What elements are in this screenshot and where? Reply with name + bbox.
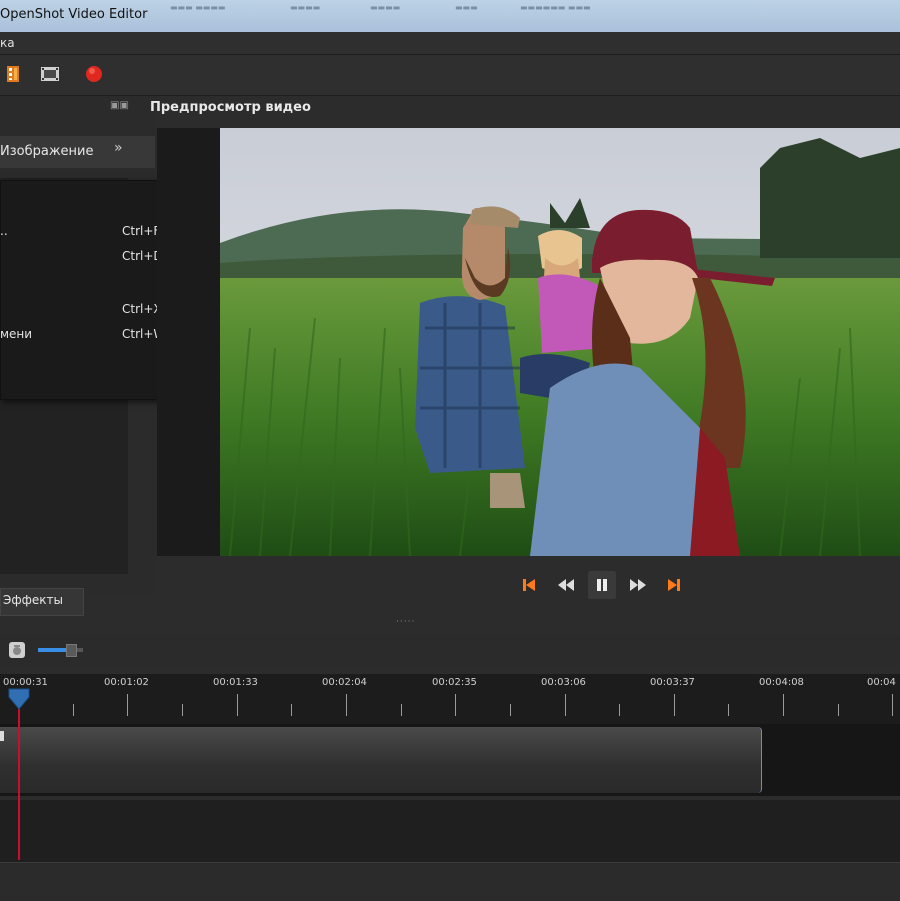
ruler-tick [73, 704, 74, 716]
ruler-tick [728, 704, 729, 716]
window-title: OpenShot Video Editor [0, 7, 148, 22]
context-menu-item-label[interactable]: .. [0, 224, 8, 238]
jump-start-icon[interactable] [515, 571, 543, 599]
ruler-label: 00:02:35 [432, 677, 477, 688]
more-tabs-icon[interactable]: » [114, 140, 123, 156]
timeline-toolbar [0, 634, 900, 668]
context-menu-item-label[interactable]: мени [0, 327, 32, 341]
ruler-label: 00:01:02 [104, 677, 149, 688]
track-2 [0, 800, 900, 862]
video-frame [220, 128, 900, 556]
ruler-tick [401, 704, 402, 716]
tab-image[interactable]: Изображение [0, 144, 93, 159]
rewind-icon[interactable] [552, 571, 580, 599]
background-text: ▬▬▬ [455, 3, 478, 12]
menu-bar [0, 32, 900, 55]
ruler-tick [619, 704, 620, 716]
ruler-label: 00:03:06 [541, 677, 586, 688]
ruler-tick [510, 704, 511, 716]
film-strip-icon[interactable] [6, 65, 20, 83]
context-menu [0, 180, 182, 400]
timeline-clip[interactable] [0, 727, 762, 793]
ruler-label: 00:04:08 [759, 677, 804, 688]
jump-end-icon[interactable] [660, 571, 688, 599]
ruler-label: 00:02:04 [322, 677, 367, 688]
splitter-handle[interactable]: ····· [396, 617, 415, 627]
status-bar [0, 862, 900, 901]
background-text: ▬▬▬▬ [290, 3, 321, 12]
ruler-label: 00:04 [867, 677, 896, 688]
tab-effects-label: Эффекты [3, 593, 63, 607]
playhead-line[interactable] [18, 708, 20, 860]
preview-title: Предпросмотр видео [150, 100, 311, 115]
background-text: ▬▬▬ ▬▬▬▬ [170, 3, 226, 12]
background-text: ▬▬▬▬▬▬ ▬▬▬ [520, 3, 591, 12]
background-text: ▬▬▬▬ [370, 3, 401, 12]
ruler-tick [455, 694, 456, 716]
ruler-tick [565, 694, 566, 716]
clip-marker [0, 731, 4, 741]
ruler-tick [838, 704, 839, 716]
export-film-icon[interactable] [40, 66, 60, 82]
ruler-tick [291, 704, 292, 716]
playhead-handle[interactable] [7, 687, 31, 711]
main-toolbar [0, 55, 900, 96]
context-menu-shortcut: Ctrl+F [122, 224, 161, 238]
ruler-tick [182, 704, 183, 716]
snapshot-icon[interactable] [9, 642, 25, 658]
zoom-slider-handle[interactable] [65, 644, 77, 657]
pause-icon[interactable] [588, 571, 616, 599]
panel-float-icon[interactable]: ▣▣ [110, 100, 129, 111]
fast-forward-icon[interactable] [624, 571, 652, 599]
ruler-tick [674, 694, 675, 716]
ruler-tick [237, 694, 238, 716]
ruler-tick [127, 694, 128, 716]
context-menu-shortcut: Ctrl+X [122, 302, 162, 316]
record-icon[interactable] [85, 65, 103, 83]
ruler-tick [783, 694, 784, 716]
ruler-tick [892, 694, 893, 716]
ruler-label: 00:01:33 [213, 677, 258, 688]
ruler-label: 00:03:37 [650, 677, 695, 688]
ruler-tick [346, 694, 347, 716]
menu-item[interactable]: ка [0, 36, 15, 50]
